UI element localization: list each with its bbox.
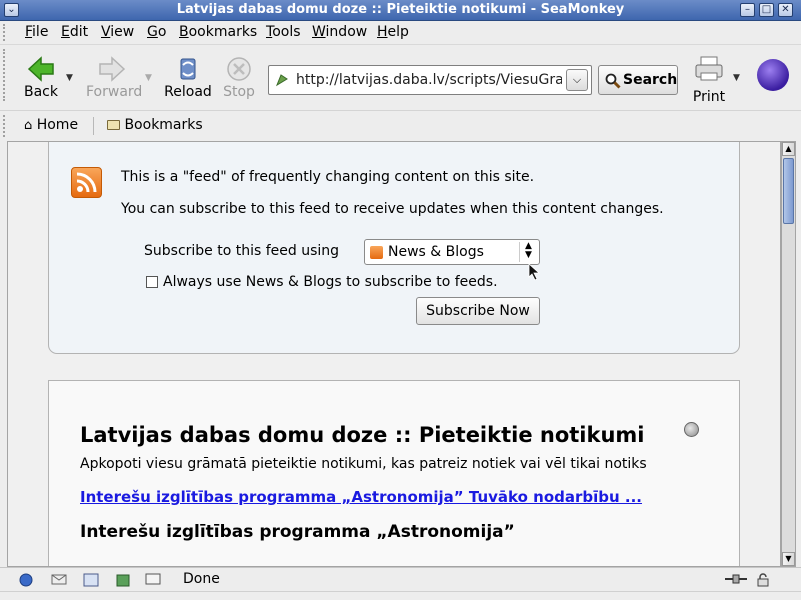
status-text: Done <box>183 571 220 587</box>
print-label: Print <box>692 89 726 105</box>
print-dropdown-icon[interactable]: ▼ <box>733 73 740 83</box>
subscribe-now-button[interactable]: Subscribe Now <box>416 297 540 325</box>
back-label: Back <box>24 84 58 100</box>
feed-reader-selected: News & Blogs <box>388 244 484 260</box>
always-use-checkbox[interactable] <box>146 276 158 288</box>
reload-label: Reload <box>164 84 212 100</box>
rss-feed-icon <box>71 167 102 198</box>
feed-description-1: This is a "feed" of frequently changing … <box>121 169 535 185</box>
url-history-dropdown-icon[interactable]: ⌵ <box>566 69 588 91</box>
menu-help[interactable]: Help <box>377 24 409 40</box>
menubar-grip[interactable] <box>3 24 11 41</box>
content-area: This is a "feed" of frequently changing … <box>7 141 781 567</box>
forward-dropdown-icon[interactable]: ▼ <box>145 73 152 83</box>
vertical-scrollbar[interactable]: ▲ ▼ <box>781 141 796 567</box>
folder-icon <box>107 120 120 130</box>
stop-label: Stop <box>223 84 255 100</box>
page-proxy-icon <box>275 74 288 87</box>
back-arrow-icon <box>27 56 54 82</box>
print-button[interactable]: Print <box>688 55 730 105</box>
always-use-label[interactable]: Always use News & Blogs to subscribe to … <box>163 274 498 290</box>
stop-icon <box>227 57 251 81</box>
persbar-grip[interactable] <box>3 115 11 137</box>
menu-file[interactable]: File <box>25 24 48 40</box>
rss-small-icon <box>370 246 383 259</box>
online-offline-icon[interactable] <box>724 573 748 586</box>
menu-bar: File Edit View Go Bookmarks Tools Window… <box>0 21 801 44</box>
scrollbar-thumb[interactable] <box>783 158 794 224</box>
address-book-icon[interactable] <box>145 573 161 586</box>
page-subtitle: Apkopoti viesu grāmatā pieteiktie notiku… <box>80 456 647 472</box>
subscribe-using-label: Subscribe to this feed using <box>144 243 340 259</box>
seamonkey-logo-icon[interactable] <box>757 59 789 91</box>
home-icon: ⌂ <box>24 118 33 133</box>
forward-button[interactable]: Forward <box>86 53 143 103</box>
feed-reader-select[interactable]: News & Blogs ▲ ▼ <box>364 239 540 265</box>
menu-bookmarks[interactable]: Bookmarks <box>179 24 257 40</box>
forward-arrow-icon <box>99 56 126 82</box>
bookmarks-label: Bookmarks <box>124 117 203 133</box>
feed-badge-icon[interactable] <box>684 422 699 437</box>
menu-go[interactable]: Go <box>147 24 166 40</box>
window-title: Latvijas dabas domu doze :: Pieteiktie n… <box>176 2 625 17</box>
minimize-button[interactable]: – <box>740 3 755 17</box>
mouse-pointer-icon <box>528 263 540 281</box>
search-icon <box>605 73 621 89</box>
security-lock-icon[interactable] <box>756 573 770 587</box>
feed-subscribe-box: This is a "feed" of frequently changing … <box>48 142 740 354</box>
window-titlebar: ⌄ Latvijas dabas domu doze :: Pieteiktie… <box>0 0 801 21</box>
page-content-box: Latvijas dabas domu doze :: Pieteiktie n… <box>48 380 740 566</box>
navigation-toolbar: Back ▼ Forward ▼ Reload Stop http://latv… <box>0 44 801 105</box>
home-button[interactable]: ⌂ Home <box>24 117 78 133</box>
menu-edit[interactable]: Edit <box>61 24 88 40</box>
feed-description-2: You can subscribe to this feed to receiv… <box>121 201 664 217</box>
menu-tools[interactable]: Tools <box>266 24 301 40</box>
status-bar: Done <box>0 567 801 591</box>
url-bar[interactable]: http://latvijas.daba.lv/scripts/ViesuGra… <box>268 65 592 95</box>
reload-icon <box>180 58 196 80</box>
navigator-icon[interactable] <box>19 573 33 587</box>
bookmarks-button[interactable]: Bookmarks <box>107 117 203 133</box>
close-button[interactable]: ✕ <box>778 3 793 17</box>
forward-label: Forward <box>86 84 143 100</box>
navbar-grip[interactable] <box>3 49 11 101</box>
mail-icon[interactable] <box>51 573 67 586</box>
chat-icon[interactable] <box>83 573 99 587</box>
scroll-up-icon[interactable]: ▲ <box>782 142 795 156</box>
stop-button[interactable]: Stop <box>214 53 264 103</box>
reload-button[interactable]: Reload <box>163 53 213 103</box>
menu-window[interactable]: Window <box>312 24 367 40</box>
back-dropdown-icon[interactable]: ▼ <box>66 73 73 83</box>
personal-toolbar: ⌂ Home Bookmarks <box>0 110 801 140</box>
maximize-button[interactable]: □ <box>759 3 774 17</box>
scroll-down-icon[interactable]: ▼ <box>782 552 795 566</box>
print-icon <box>695 56 723 81</box>
page-title: Latvijas dabas domu doze :: Pieteiktie n… <box>80 423 645 447</box>
menu-view[interactable]: View <box>101 24 134 40</box>
home-label: Home <box>36 117 79 133</box>
event-heading: Interešu izglītības programma „Astronomi… <box>80 522 515 542</box>
url-input[interactable]: http://latvijas.daba.lv/scripts/ViesuGra… <box>296 72 562 88</box>
search-label: Search <box>623 72 678 88</box>
composer-icon[interactable] <box>116 573 130 587</box>
search-button[interactable]: Search <box>598 65 678 95</box>
toolbar-separator <box>93 117 94 135</box>
event-link[interactable]: Interešu izglītības programma „Astronomi… <box>80 488 642 506</box>
select-arrows-icon: ▲ ▼ <box>519 242 537 262</box>
window-bottom-edge <box>0 591 801 600</box>
back-button[interactable]: Back <box>16 53 66 103</box>
